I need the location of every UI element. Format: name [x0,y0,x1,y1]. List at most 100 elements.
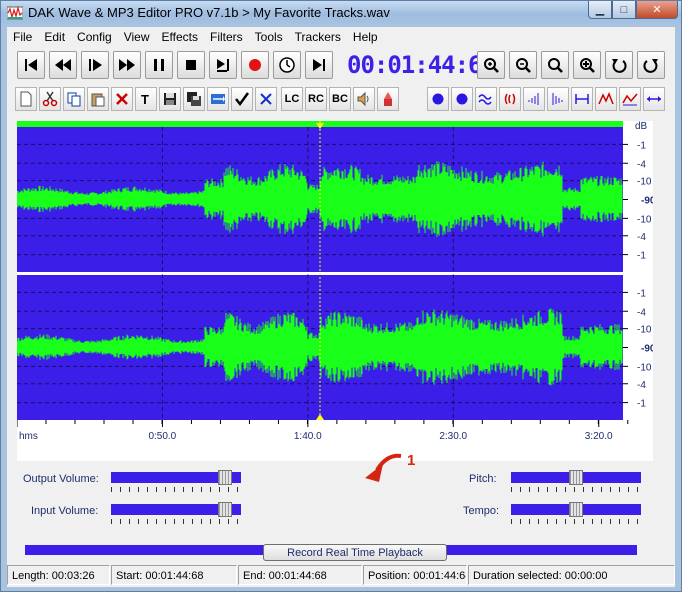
convert-icon [211,94,225,104]
pitch-thumb[interactable] [569,470,583,485]
status-start: Start: 00:01:44:68 [111,565,237,585]
copy-icon [67,92,81,107]
cut-button[interactable] [39,87,61,111]
db-label: -90 [641,196,653,207]
pause-button[interactable] [145,51,173,79]
redo-icon [643,59,658,73]
redo-button[interactable] [637,51,665,79]
rewind-button[interactable] [49,51,77,79]
close-button[interactable]: ✕ [636,1,678,19]
minimize-icon: ▁ [595,4,605,16]
peak-effect-button[interactable] [595,87,617,111]
minimize-button[interactable]: ▁ [588,1,612,19]
compress-button[interactable] [643,87,665,111]
waveform-display[interactable]: dB -1 -4 -10 -90 -10 -4 -1 -1 -4 -10 -90 -10 -4 -1 hms 0… [17,121,653,451]
tempo-slider[interactable] [511,502,641,517]
stop-button[interactable] [177,51,205,79]
delete-button[interactable] [111,87,133,111]
left-channel-button[interactable]: LC [281,87,303,111]
app-logo-icon [7,5,23,20]
record-real-time-playback-button[interactable]: Record Real Time Playback [263,544,447,561]
broadcast-button[interactable] [377,87,399,111]
status-position: Position: 00:01:44:68 [363,565,467,585]
menu-effects[interactable]: Effects [156,27,204,47]
client-area: File Edit Config View Effects Filters To… [7,27,675,587]
speaker-icon [357,91,369,107]
output-volume-thumb[interactable] [218,470,232,485]
db-label: -4 [637,232,646,243]
dot-button[interactable] [427,87,449,111]
input-volume-label: Input Volume: [31,505,99,517]
pitch-slider[interactable] [511,470,641,485]
menu-tools[interactable]: Tools [249,27,289,47]
rewind-icon [55,59,71,71]
checkmark-icon [235,92,250,107]
record-icon [249,59,261,71]
input-volume-slider[interactable] [111,502,241,517]
wave-effect-button[interactable] [475,87,497,111]
skip-end-icon [313,59,325,71]
db-label: -4 [637,159,646,170]
output-volume-slider[interactable] [111,470,241,485]
cancel-button[interactable] [255,87,277,111]
echo-effect-button[interactable] [499,87,521,111]
menu-view[interactable]: View [118,27,156,47]
both-channels-button[interactable]: BC [329,87,351,111]
zoom-out-button[interactable] [509,51,537,79]
db-label: -1 [637,288,646,299]
record-button[interactable] [241,51,269,79]
graph-effect-button[interactable] [619,87,641,111]
time-label: 0:50.0 [148,431,176,442]
stretch-button[interactable] [571,87,593,111]
save-button[interactable] [159,87,181,111]
check-button[interactable] [231,87,253,111]
maximize-icon: □ [620,3,628,16]
convert-button[interactable] [207,87,229,111]
tempo-thumb[interactable] [569,502,583,517]
menu-bar: File Edit Config View Effects Filters To… [7,27,675,47]
menu-help[interactable]: Help [347,27,384,47]
graph-icon [622,93,638,106]
db-header-label: dB [635,121,648,132]
db-label: -10 [637,177,652,188]
play-button[interactable] [81,51,109,79]
status-duration: Duration selected: 00:00:00 [468,565,675,585]
maximize-button[interactable]: □ [612,1,636,19]
dot-button-2[interactable] [451,87,473,111]
copy-button[interactable] [63,87,85,111]
stretch-icon [575,94,589,104]
zoom-in-button[interactable] [477,51,505,79]
undo-icon [612,59,627,73]
menu-trackers[interactable]: Trackers [289,27,347,47]
undo-button[interactable] [605,51,633,79]
play-to-end-button[interactable] [209,51,237,79]
input-volume-ticks [111,519,241,524]
save-all-button[interactable] [183,87,205,111]
menu-config[interactable]: Config [71,27,118,47]
input-volume-thumb[interactable] [218,502,232,517]
close-icon: ✕ [652,4,662,16]
go-start-button[interactable] [17,51,45,79]
right-channel-button[interactable]: RC [305,87,327,111]
red-arrow-annotation-icon [365,453,402,482]
waveform-panel[interactable]: dB -1 -4 -10 -90 -10 -4 -1 -1 -4 -10 -90 -10 -4 -1 hms 0… [17,121,653,555]
time-label: 1:40.0 [294,431,322,442]
zoom-selection-button[interactable] [573,51,601,79]
paste-button[interactable] [87,87,109,111]
menu-file[interactable]: File [7,27,38,47]
fade-out-button[interactable] [547,87,569,111]
title-bar[interactable]: DAK Wave & MP3 Editor PRO v7.1b > My Fav… [1,1,681,25]
record-timer-button[interactable] [273,51,301,79]
fade-in-button[interactable] [523,87,545,111]
volume-button[interactable] [353,87,375,111]
zoom-fit-button[interactable] [541,51,569,79]
new-button[interactable] [15,87,37,111]
compress-icon [647,96,661,102]
fast-forward-button[interactable] [113,51,141,79]
text-button[interactable]: T [135,87,157,111]
skip-end-button[interactable] [305,51,333,79]
menu-filters[interactable]: Filters [204,27,249,47]
menu-edit[interactable]: Edit [38,27,71,47]
db-label: -90 [641,344,653,355]
clock-icon [279,57,295,73]
